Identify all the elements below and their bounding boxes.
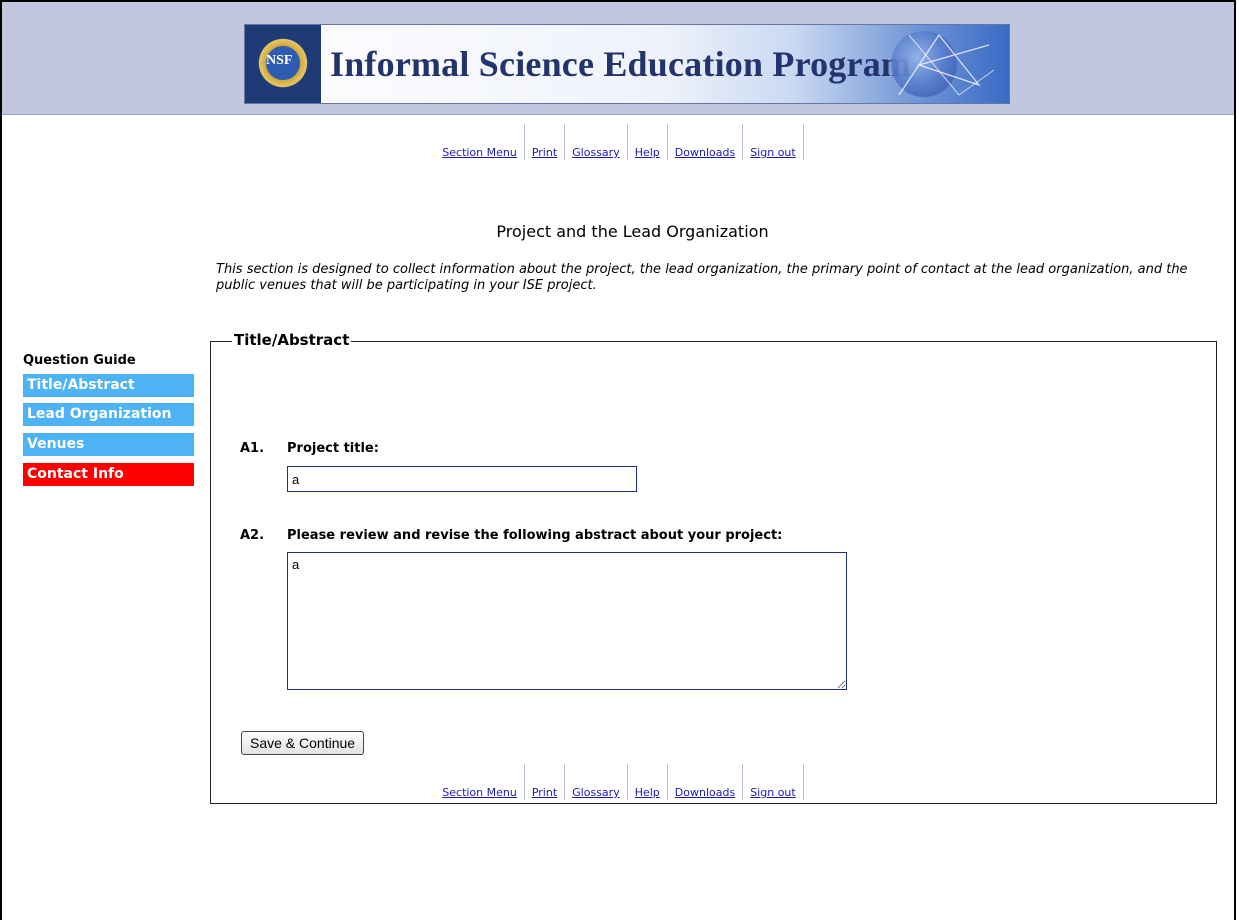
nav-help[interactable]: Help xyxy=(628,764,667,800)
nsf-seal-logo: NSF xyxy=(245,25,321,103)
nav-downloads[interactable]: Downloads xyxy=(668,124,742,160)
top-nav: Section Menu Print Glossary Help Downloa… xyxy=(0,124,1239,160)
nav-sign-out[interactable]: Sign out xyxy=(743,124,803,160)
nav-divider xyxy=(802,764,804,800)
nav-glossary[interactable]: Glossary xyxy=(565,124,627,160)
fieldset-legend: Title/Abstract xyxy=(232,331,352,349)
guide-item-venues[interactable]: Venues xyxy=(23,433,194,456)
nav-glossary[interactable]: Glossary xyxy=(565,764,627,800)
program-banner: NSF Informal Science Education Program xyxy=(244,24,1010,104)
section-intro: This section is designed to collect info… xyxy=(216,262,1188,293)
nav-divider xyxy=(802,124,804,160)
question-number-a2: A2. xyxy=(240,528,265,543)
abstract-label: Please review and revise the following a… xyxy=(287,528,783,543)
nav-help[interactable]: Help xyxy=(628,124,667,160)
nav-downloads[interactable]: Downloads xyxy=(668,764,742,800)
nav-print[interactable]: Print xyxy=(525,124,564,160)
header: NSF Informal Science Education Program xyxy=(2,2,1234,115)
abstract-textarea[interactable]: a xyxy=(287,552,847,690)
bottom-nav: Section Menu Print Glossary Help Downloa… xyxy=(0,764,1239,800)
nav-sign-out[interactable]: Sign out xyxy=(743,764,803,800)
question-number-a1: A1. xyxy=(240,441,265,456)
page-title: Project and the Lead Organization xyxy=(496,222,769,241)
nav-section-menu[interactable]: Section Menu xyxy=(435,764,524,800)
save-continue-button[interactable]: Save & Continue xyxy=(241,731,365,755)
seal-text: NSF xyxy=(266,53,293,68)
guide-item-contact-info[interactable]: Contact Info xyxy=(23,463,194,486)
project-title-label: Project title: xyxy=(287,441,379,456)
nav-section-menu[interactable]: Section Menu xyxy=(435,124,524,160)
guide-item-lead-organization[interactable]: Lead Organization xyxy=(23,403,194,426)
banner-title: Informal Science Education Program xyxy=(330,44,912,84)
nav-print[interactable]: Print xyxy=(525,764,564,800)
project-title-input[interactable] xyxy=(287,466,637,492)
guide-item-title-abstract[interactable]: Title/Abstract xyxy=(23,374,194,397)
network-lines-graphic xyxy=(898,33,995,96)
question-guide-heading: Question Guide xyxy=(23,353,136,368)
